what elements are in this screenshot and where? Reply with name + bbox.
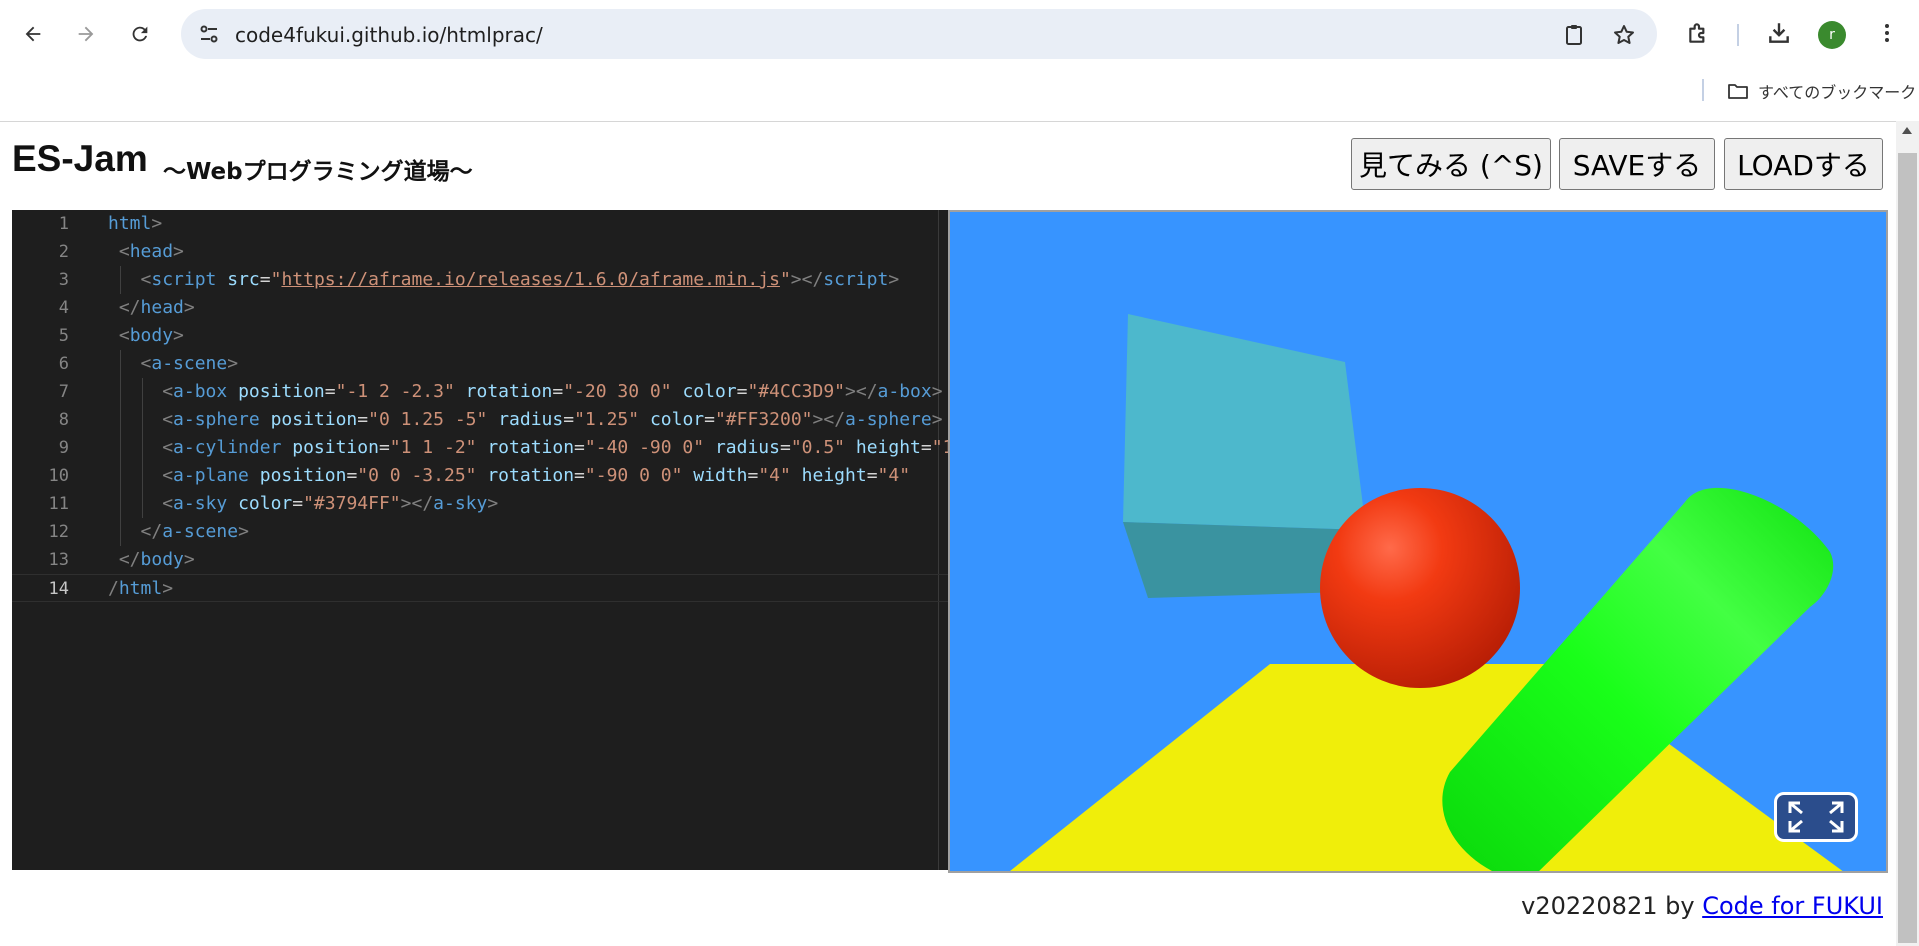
line-number: 5 <box>58 326 69 346</box>
box-side-shape <box>1123 314 1366 530</box>
scroll-thumb[interactable] <box>1898 153 1917 943</box>
line-number: 8 <box>58 410 69 430</box>
code-text[interactable]: <a-sky color="#3794FF"></a-sky> <box>108 490 498 518</box>
download-icon[interactable] <box>1764 18 1794 48</box>
code-line[interactable]: 3 <script src="https://aframe.io/release… <box>12 266 948 294</box>
code-line[interactable]: 5 <body> <box>12 322 948 350</box>
line-number: 9 <box>58 438 69 458</box>
code-text[interactable]: </head> <box>108 294 195 322</box>
page-subtitle: 〜Webプログラミング道場〜 <box>163 159 473 185</box>
url-text[interactable]: code4fukui.github.io/htmlprac/ <box>235 23 543 47</box>
toolbar-separator <box>1737 24 1739 46</box>
page-scrollbar[interactable] <box>1896 121 1919 946</box>
arrow-right-icon <box>78 26 94 42</box>
code-text[interactable]: <a-box position="-1 2 -2.3" rotation="-2… <box>108 378 942 406</box>
all-bookmarks-label[interactable]: すべてのブックマーク <box>1758 79 1916 103</box>
forward-button[interactable] <box>68 16 104 52</box>
page-title: ES-Jam <box>12 138 148 179</box>
fullscreen-button[interactable] <box>1774 792 1858 842</box>
code-text[interactable]: </body> <box>108 546 195 574</box>
line-number: 4 <box>58 298 69 318</box>
code-text[interactable]: <script src="https://aframe.io/releases/… <box>108 266 900 294</box>
site-info-icon[interactable] <box>197 22 221 46</box>
fullscreen-icon <box>1788 801 1844 833</box>
code-line[interactable]: 13 </body> <box>12 546 948 574</box>
scene-preview[interactable] <box>948 210 1888 873</box>
profile-avatar[interactable]: r <box>1818 21 1846 49</box>
code-text[interactable]: </a-scene> <box>108 518 249 546</box>
reload-button[interactable] <box>122 16 158 52</box>
code-line[interactable]: 8 <a-sphere position="0 1.25 -5" radius=… <box>12 406 948 434</box>
line-number: 13 <box>48 550 69 570</box>
line-number: 1 <box>58 214 69 234</box>
line-number: 7 <box>58 382 69 402</box>
code-line[interactable]: 11 <a-sky color="#3794FF"></a-sky> <box>12 490 948 518</box>
code-line-current[interactable]: 14 /html> <box>12 574 948 602</box>
code-line[interactable]: 7 <a-box position="-1 2 -2.3" rotation="… <box>12 378 948 406</box>
code-text[interactable]: <a-scene> <box>108 350 239 378</box>
reload-icon <box>132 26 148 42</box>
code-line[interactable]: 1 html> <box>12 210 948 238</box>
code-editor[interactable]: 1 html> 2 <head> 3 <script src="https://… <box>12 210 948 870</box>
code-text[interactable]: /html> <box>108 575 173 603</box>
line-number: 12 <box>48 522 69 542</box>
scroll-up-arrow-icon[interactable] <box>1902 127 1912 134</box>
code-line[interactable]: 2 <head> <box>12 238 948 266</box>
line-number: 3 <box>58 270 69 290</box>
clipboard-icon[interactable] <box>1561 22 1587 48</box>
code-line[interactable]: 9 <a-cylinder position="1 1 -2" rotation… <box>12 434 948 462</box>
code-text[interactable]: html> <box>108 210 162 238</box>
code-line[interactable]: 6 <a-scene> <box>12 350 948 378</box>
sphere-shape <box>1320 488 1520 688</box>
footer: v20220821 by Code for FUKUI <box>1521 892 1883 920</box>
code-line[interactable]: 4 </head> <box>12 294 948 322</box>
code-text[interactable]: <body> <box>108 322 184 350</box>
run-button[interactable]: 見てみる (^S) <box>1351 138 1551 190</box>
plane-shape <box>1010 664 1843 871</box>
line-number: 6 <box>58 354 69 374</box>
address-bar[interactable]: code4fukui.github.io/htmlprac/ <box>181 9 1657 59</box>
code-text[interactable]: <head> <box>108 238 184 266</box>
kebab-menu-icon[interactable] <box>1872 18 1902 48</box>
load-button[interactable]: LOADする <box>1724 138 1883 190</box>
browser-toolbar: code4fukui.github.io/htmlprac/ r すべてのブック… <box>0 0 1919 122</box>
code-for-fukui-link[interactable]: Code for FUKUI <box>1702 892 1883 920</box>
code-line[interactable]: 10 <a-plane position="0 0 -3.25" rotatio… <box>12 462 948 490</box>
version-text: v20220821 by <box>1521 892 1703 920</box>
back-button[interactable] <box>15 16 51 52</box>
bookmark-star-icon[interactable] <box>1611 22 1637 48</box>
line-number: 14 <box>48 579 69 599</box>
bookmark-separator <box>1702 79 1704 101</box>
save-button[interactable]: SAVEする <box>1559 138 1715 190</box>
code-text[interactable]: <a-cylinder position="1 1 -2" rotation="… <box>108 434 948 462</box>
folder-icon <box>1728 84 1748 99</box>
line-number: 2 <box>58 242 69 262</box>
code-line[interactable]: 12 </a-scene> <box>12 518 948 546</box>
all-bookmarks-button[interactable]: すべてのブックマーク <box>1726 78 1916 104</box>
arrow-left-icon <box>25 26 41 42</box>
code-text[interactable]: <a-sphere position="0 1.25 -5" radius="1… <box>108 406 942 434</box>
line-number: 11 <box>48 494 69 514</box>
line-number: 10 <box>48 466 69 486</box>
code-text[interactable]: <a-plane position="0 0 -3.25" rotation="… <box>108 462 910 490</box>
extensions-icon[interactable] <box>1684 18 1714 48</box>
scene-canvas <box>1010 314 1843 871</box>
